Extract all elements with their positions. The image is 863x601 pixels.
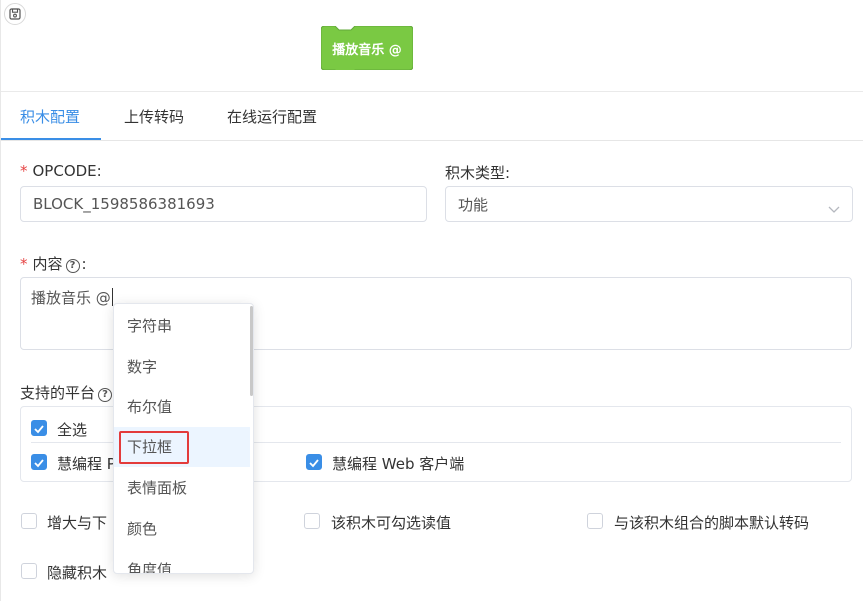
block-type-label: 积木类型: (445, 164, 511, 182)
dropdown-item-boolean[interactable]: 布尔值 (114, 387, 250, 427)
content-text: 播放音乐 @ (31, 289, 111, 307)
platform-web-checkbox[interactable] (306, 454, 322, 470)
hide-block-checkbox[interactable] (21, 563, 37, 579)
option-3-label: 与该积木组合的脚本默认转码 (614, 514, 810, 532)
platform-label: 支持的平台? (20, 382, 114, 403)
option-2-checkbox[interactable] (304, 513, 320, 529)
option-1-checkbox[interactable] (21, 513, 37, 529)
content-label-text: 内容 (32, 255, 63, 273)
block-preview-label: 播放音乐 @ (332, 42, 402, 58)
option-2-label: 该积木可勾选读值 (331, 514, 452, 532)
param-type-dropdown: 字符串 数字 布尔值 下拉框 表情面板 颜色 角度值 (113, 303, 254, 574)
hide-block-label: 隐藏积木 (47, 564, 108, 582)
active-tab-indicator (1, 138, 101, 140)
tab-block-config[interactable]: 积木配置 (20, 92, 80, 141)
option-1-label: 增大与下 (47, 514, 108, 532)
tab-online-run-config[interactable]: 在线运行配置 (227, 92, 317, 141)
platform-web-label: 慧编程 Web 客户端 (332, 455, 465, 473)
dropdown-item-string[interactable]: 字符串 (114, 306, 250, 346)
required-mark: * (20, 255, 28, 273)
tab-upload-transcode[interactable]: 上传转码 (124, 92, 184, 141)
dropdown-item-dropdown[interactable]: 下拉框 (114, 427, 250, 467)
dropdown-item-number[interactable]: 数字 (114, 347, 250, 387)
block-type-select[interactable]: 功能 (445, 186, 853, 222)
text-caret (111, 288, 113, 306)
select-all-label: 全选 (57, 421, 88, 439)
help-icon[interactable]: ? (98, 388, 113, 402)
required-mark: * (20, 162, 28, 180)
chevron-down-icon (828, 200, 840, 218)
platform-1-checkbox[interactable] (31, 454, 47, 470)
block-editor-panel: 播放音乐 @ 积木配置 上传转码 在线运行配置 * OPCODE: BLOCK_1… (0, 0, 863, 601)
help-icon[interactable]: ? (65, 259, 80, 273)
save-icon[interactable] (4, 3, 26, 25)
select-all-checkbox[interactable] (31, 420, 47, 436)
block-type-value: 功能 (458, 195, 489, 214)
dropdown-item-angle[interactable]: 角度值 (114, 550, 250, 573)
highlight-box (119, 431, 189, 464)
content-label-colon: : (81, 255, 87, 273)
content-label: * 内容?: (20, 253, 87, 274)
dropdown-item-color[interactable]: 颜色 (114, 509, 250, 549)
opcode-label-text: OPCODE: (32, 162, 102, 180)
dropdown-scrollbar[interactable] (250, 306, 253, 396)
platform-label-text: 支持的平台 (20, 384, 96, 402)
opcode-label: * OPCODE: (20, 162, 102, 180)
opcode-input[interactable]: BLOCK_1598586381693 (20, 186, 427, 222)
platform-1-label: 慧编程 P (57, 455, 116, 473)
option-3-checkbox[interactable] (587, 513, 603, 529)
dropdown-item-emoji-panel[interactable]: 表情面板 (114, 468, 250, 508)
block-preview[interactable]: 播放音乐 @ (321, 26, 413, 70)
tab-bar: 积木配置 上传转码 在线运行配置 (1, 92, 863, 141)
